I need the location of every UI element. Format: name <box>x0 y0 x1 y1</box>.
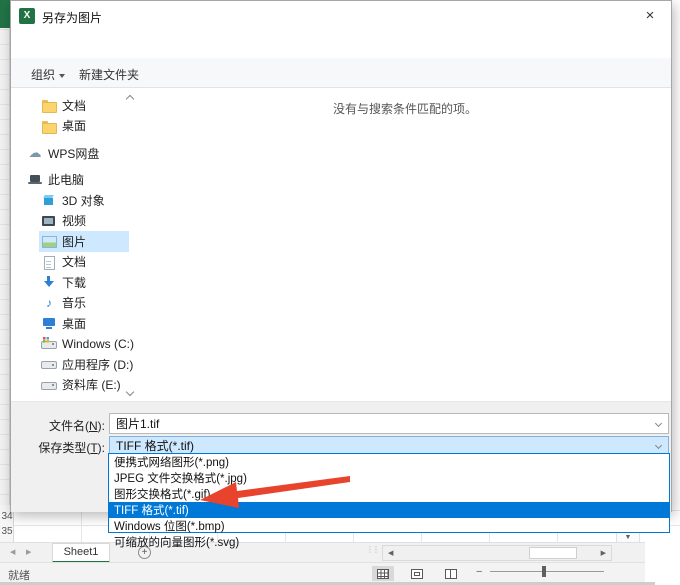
document-icon <box>41 255 57 270</box>
desktop-icon <box>41 316 57 330</box>
view-page-break-button[interactable] <box>440 566 462 581</box>
sidebar-item-3d-objects[interactable]: 3D 对象 <box>39 190 129 211</box>
dropdown-option-gif[interactable]: 图形交换格式(*.gif) <box>109 486 669 502</box>
zoom-slider-thumb[interactable] <box>542 566 546 577</box>
windows-flag-icon <box>43 336 49 343</box>
chevron-down-icon[interactable] <box>654 419 663 428</box>
empty-results-message: 没有与搜索条件匹配的项。 <box>332 102 477 116</box>
scroll-right-icon[interactable]: ▶ <box>601 549 606 557</box>
sidebar-item-documents-2[interactable]: 文档 <box>39 252 129 273</box>
computer-icon <box>27 173 43 187</box>
dropdown-option-svg[interactable]: 可缩放的向量图形(*.svg) <box>109 534 669 550</box>
dialog-title-bar: X 另存为图片 × <box>11 1 671 31</box>
sheet-next-icon[interactable]: ▶ <box>26 548 31 556</box>
filename-input[interactable]: 图片1.tif <box>109 413 669 434</box>
filename-label: 文件名(N): <box>48 419 105 433</box>
view-normal-button[interactable] <box>372 566 394 581</box>
sheet-tab[interactable]: Sheet1 <box>52 543 110 563</box>
dropdown-option-bmp[interactable]: Windows 位图(*.bmp) <box>109 518 669 534</box>
excel-row-number: 34 <box>1 511 13 522</box>
picture-icon <box>41 234 57 249</box>
savetype-label: 保存类型(T): <box>38 441 105 455</box>
page-layout-icon <box>411 568 423 579</box>
sidebar-item-music[interactable]: ♪ 音乐 <box>39 293 129 314</box>
sidebar-item-documents[interactable]: 文档 <box>39 95 129 116</box>
music-icon: ♪ <box>46 295 52 310</box>
save-as-dialog: X 另存为图片 × ← → ↑ 此电脑 图片 新建文件夹 ↻ 搜索"新建文件夹 <box>10 0 672 512</box>
normal-view-icon <box>377 568 389 579</box>
download-icon <box>41 275 57 289</box>
status-ready-text: 就绪 <box>8 570 30 582</box>
chevron-down-icon <box>59 73 66 78</box>
folder-icon <box>41 119 57 134</box>
os-drive-icon <box>41 336 57 351</box>
status-bar: 就绪 − <box>0 562 645 582</box>
savetype-dropdown-list: 便携式网络图形(*.png) JPEG 文件交换格式(*.jpg) 图形交换格式… <box>108 453 670 549</box>
navigation-pane: 文档 桌面 ☁ WPS网盘 此电脑 3D 对象 视频 图片 文档 下载 ♪ 音乐 桌… <box>11 88 139 401</box>
close-icon[interactable]: × <box>635 4 665 28</box>
chevron-down-icon[interactable] <box>654 441 663 450</box>
dialog-title: 另存为图片 <box>42 11 103 25</box>
sidebar-item-videos[interactable]: 视频 <box>39 211 129 232</box>
sidebar-item-this-pc[interactable]: 此电脑 <box>25 170 129 191</box>
dropdown-option-png[interactable]: 便携式网络图形(*.png) <box>109 454 669 470</box>
sidebar-item-desktop[interactable]: 桌面 <box>39 116 129 137</box>
excel-app-icon: X <box>19 8 35 24</box>
drive-icon <box>41 378 57 392</box>
navigation-bar: ← → ↑ 此电脑 图片 新建文件夹 ↻ 搜索"新建文件夹" <box>11 31 671 86</box>
dialog-toolbar: 组织 新建文件夹 ? <box>11 58 671 137</box>
view-page-layout-button[interactable] <box>406 566 428 581</box>
cloud-icon: ☁ <box>28 145 42 161</box>
video-icon <box>41 214 57 228</box>
zoom-slider-track[interactable] <box>490 571 604 572</box>
dropdown-option-jpg[interactable]: JPEG 文件交换格式(*.jpg) <box>109 470 669 486</box>
sidebar-item-pictures[interactable]: 图片 <box>39 231 129 252</box>
excel-window-edge <box>0 0 10 28</box>
excel-row-number: 35 <box>1 526 13 537</box>
sidebar-item-drive-c[interactable]: Windows (C:) <box>39 334 134 355</box>
new-folder-button[interactable]: 新建文件夹 <box>79 66 139 83</box>
dropdown-option-tif[interactable]: TIFF 格式(*.tif) <box>109 502 669 518</box>
excel-row-header-strip <box>0 0 10 505</box>
screen: 34 35 ▼ ◀ ▶ Sheet1 + ⋮⋮ ◀ ▶ 就绪 − X 另存为图片… <box>0 0 680 585</box>
folder-icon <box>41 98 57 114</box>
sidebar-item-drive-d[interactable]: 应用程序 (D:) <box>39 354 133 375</box>
sidebar-item-drive-e[interactable]: 资料库 (E:) <box>39 375 129 396</box>
dialog-body: 文档 桌面 ☁ WPS网盘 此电脑 3D 对象 视频 图片 文档 下载 ♪ 音乐 桌… <box>11 88 671 401</box>
sheet-prev-icon[interactable]: ◀ <box>10 548 15 556</box>
sidebar-item-desktop-2[interactable]: 桌面 <box>39 313 129 334</box>
sidebar-item-downloads[interactable]: 下载 <box>39 272 129 293</box>
3d-cube-icon <box>41 193 57 207</box>
scroll-left-icon[interactable]: ◀ <box>388 549 393 557</box>
sidebar-item-wps-cloud[interactable]: ☁ WPS网盘 <box>25 143 129 164</box>
page-break-icon <box>445 568 457 579</box>
organize-button[interactable]: 组织 <box>31 66 66 83</box>
drive-icon <box>41 357 57 371</box>
zoom-out-button[interactable]: − <box>476 566 482 578</box>
